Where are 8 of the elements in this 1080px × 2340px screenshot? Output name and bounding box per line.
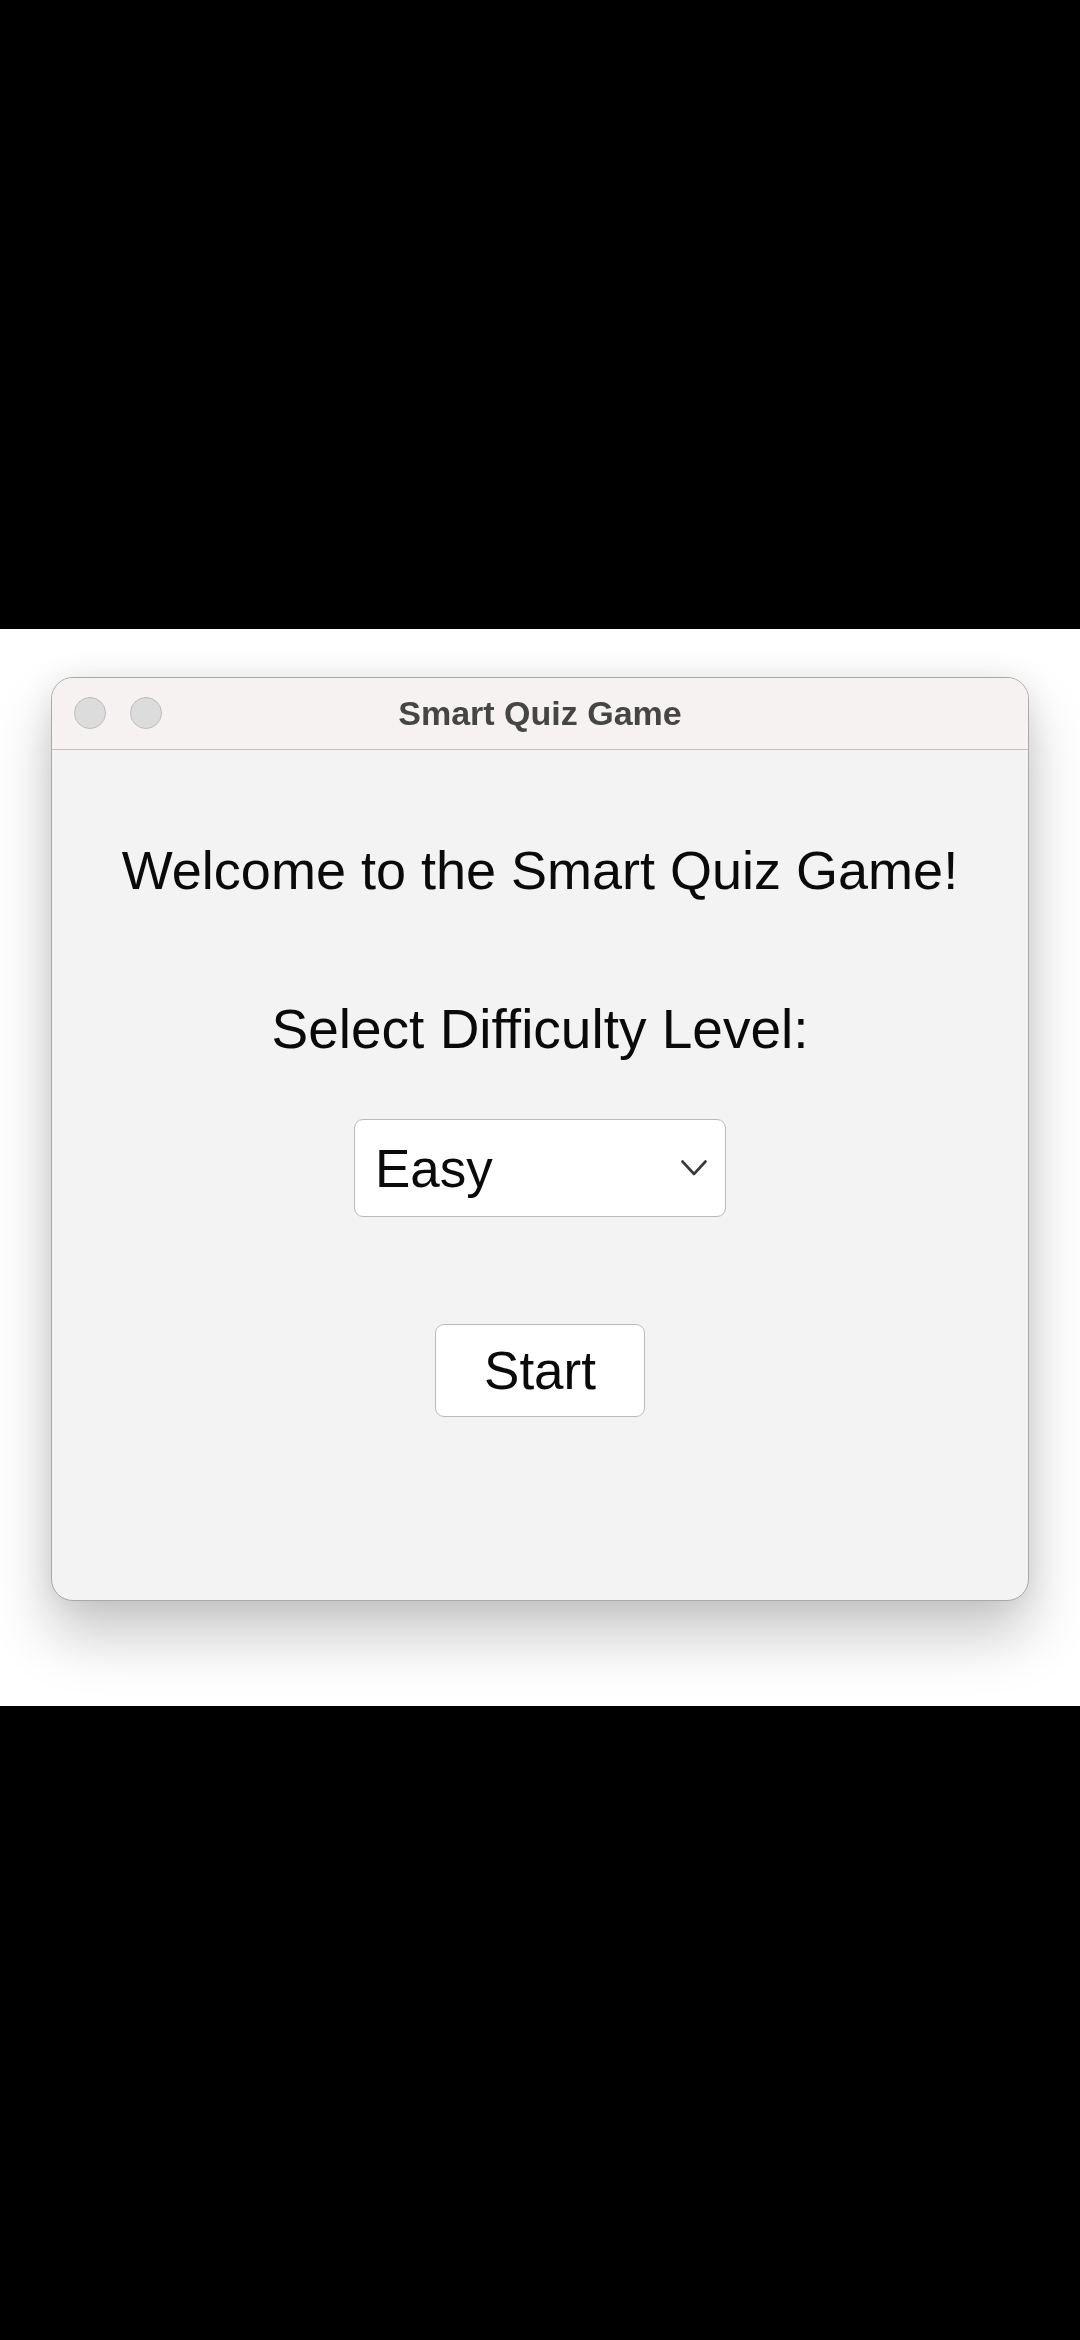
window-control-button[interactable] — [74, 697, 106, 729]
start-button[interactable]: Start — [435, 1324, 645, 1417]
welcome-heading: Welcome to the Smart Quiz Game! — [121, 839, 959, 901]
window-title: Smart Quiz Game — [398, 694, 682, 733]
chevron-down-icon — [681, 1160, 707, 1176]
difficulty-label: Select Difficulty Level: — [271, 998, 809, 1060]
window-control-button[interactable] — [130, 697, 162, 729]
difficulty-dropdown[interactable]: Easy — [354, 1119, 726, 1217]
